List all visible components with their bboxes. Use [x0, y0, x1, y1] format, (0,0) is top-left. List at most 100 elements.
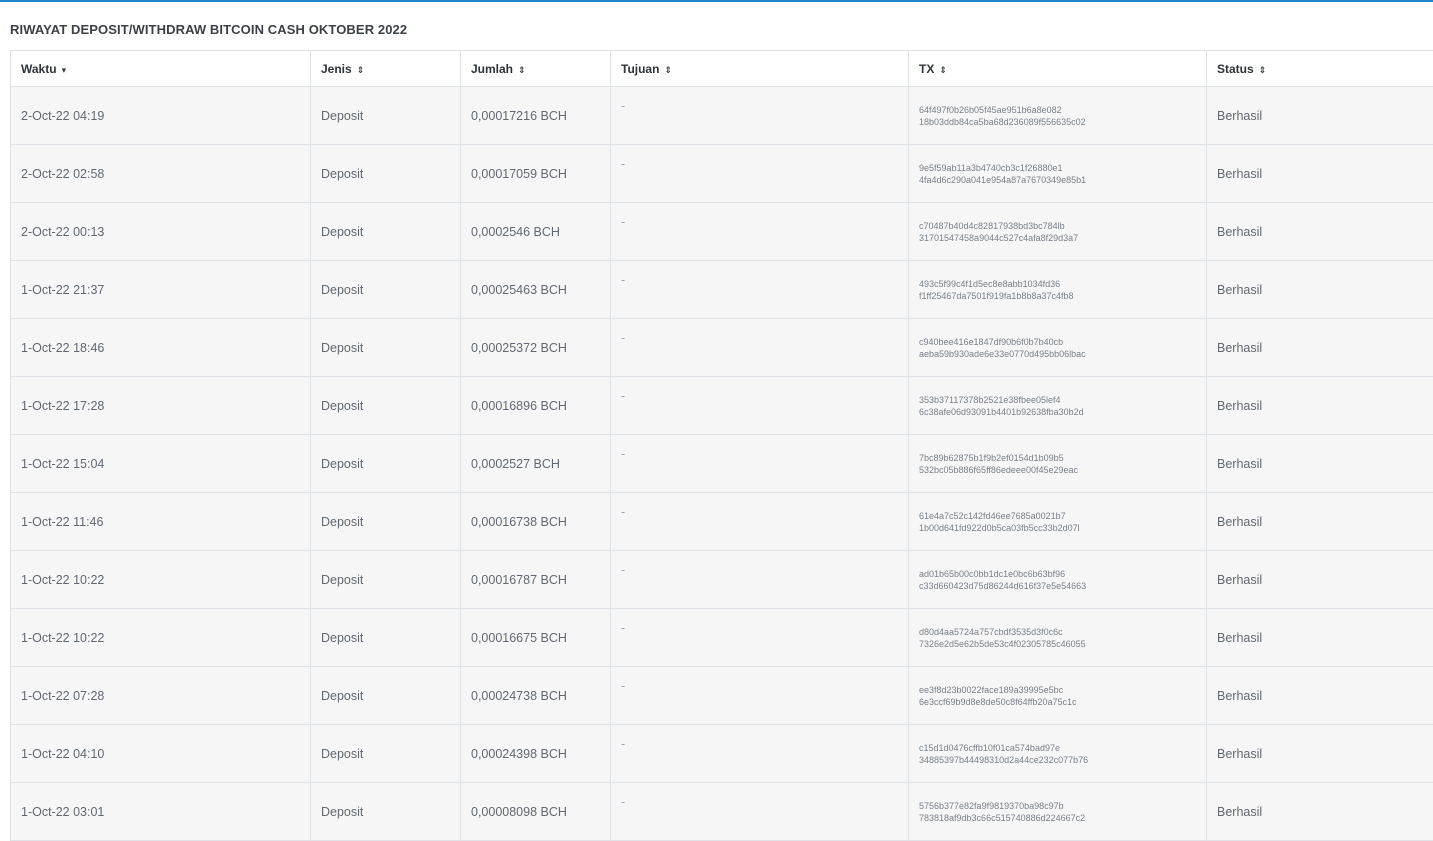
table-row: 1-Oct-22 10:22 Deposit 0,00016675 BCH - …	[11, 609, 1433, 667]
column-header-waktu[interactable]: Waktu▾	[11, 51, 311, 87]
cell-tujuan: -	[611, 261, 909, 319]
sort-icon[interactable]: ⇕	[664, 65, 672, 75]
cell-jumlah: 0,00016896 BCH	[461, 377, 611, 435]
cell-jumlah: 0,0002527 BCH	[461, 435, 611, 493]
column-label: Status	[1217, 62, 1254, 76]
cell-waktu: 2-Oct-22 00:13	[11, 203, 311, 261]
cell-tx: 9e5f59ab11a3b4740cb3c1f26880e14fa4d6c290…	[909, 145, 1207, 203]
cell-jenis: Deposit	[311, 783, 461, 841]
column-header-status[interactable]: Status ⇕	[1207, 51, 1433, 87]
cell-jenis: Deposit	[311, 145, 461, 203]
table-header-row: Waktu▾ Jenis ⇕ Jumlah ⇕ Tujuan ⇕ TX⇕ Status…	[11, 51, 1433, 87]
cell-tujuan: -	[611, 493, 909, 551]
cell-tx: 5756b377e82fa9f9819370ba98c97b783818af9d…	[909, 783, 1207, 841]
cell-tujuan: -	[611, 319, 909, 377]
table-row: 1-Oct-22 17:28 Deposit 0,00016896 BCH - …	[11, 377, 1433, 435]
column-header-tujuan[interactable]: Tujuan ⇕	[611, 51, 909, 87]
sort-icon[interactable]: ⇕	[357, 65, 365, 75]
cell-status: Berhasil	[1207, 783, 1433, 841]
cell-jenis: Deposit	[311, 493, 461, 551]
cell-jenis: Deposit	[311, 319, 461, 377]
cell-jenis: Deposit	[311, 725, 461, 783]
cell-jumlah: 0,00008098 BCH	[461, 783, 611, 841]
top-accent-line	[0, 0, 1433, 2]
tx-hash-line: c70487b40d4c82817938bd3bc784lb	[919, 220, 1196, 232]
table-row: 1-Oct-22 04:10 Deposit 0,00024398 BCH - …	[11, 725, 1433, 783]
column-label: Tujuan	[621, 62, 659, 76]
cell-tujuan: -	[611, 783, 909, 841]
tx-hash-line: 6e3ccf69b9d8e8de50c8f64ffb20a75c1c	[919, 696, 1196, 708]
cell-jumlah: 0,0002546 BCH	[461, 203, 611, 261]
cell-status: Berhasil	[1207, 145, 1433, 203]
cell-tx: 64f497f0b26b05f45ae951b6a8e08218b03ddb84…	[909, 87, 1207, 145]
sort-icon[interactable]: ⇕	[939, 65, 947, 75]
tx-hash-line: 9e5f59ab11a3b4740cb3c1f26880e1	[919, 162, 1196, 174]
tx-hash-line: 31701547458a9044c527c4afa8f29d3a7	[919, 232, 1196, 244]
tx-hash-line: 61e4a7c52c142fd46ee7685a0021b7	[919, 510, 1196, 522]
cell-status: Berhasil	[1207, 261, 1433, 319]
page-title: RIWAYAT DEPOSIT/WITHDRAW BITCOIN CASH OK…	[10, 22, 407, 37]
cell-tujuan: -	[611, 667, 909, 725]
tx-hash-line: 4fa4d6c290a041e954a87a7670349e85b1	[919, 174, 1196, 186]
sort-icon[interactable]: ⇕	[518, 65, 526, 75]
column-header-jenis[interactable]: Jenis ⇕	[311, 51, 461, 87]
column-header-tx[interactable]: TX⇕	[909, 51, 1207, 87]
cell-status: Berhasil	[1207, 725, 1433, 783]
column-label: Jenis	[321, 62, 352, 76]
cell-jenis: Deposit	[311, 87, 461, 145]
table-row: 1-Oct-22 07:28 Deposit 0,00024738 BCH - …	[11, 667, 1433, 725]
tx-hash-line: 64f497f0b26b05f45ae951b6a8e082	[919, 104, 1196, 116]
table-row: 1-Oct-22 11:46 Deposit 0,00016738 BCH - …	[11, 493, 1433, 551]
cell-jumlah: 0,00024738 BCH	[461, 667, 611, 725]
column-label: Jumlah	[471, 62, 513, 76]
cell-tx: ad01b65b00c0bb1dc1e0bc6b63bf96c33d660423…	[909, 551, 1207, 609]
tx-hash-line: 34885397b44498310d2a44ce232c077b76	[919, 754, 1196, 766]
cell-jumlah: 0,00025372 BCH	[461, 319, 611, 377]
tx-hash-line: ad01b65b00c0bb1dc1e0bc6b63bf96	[919, 568, 1196, 580]
tx-hash-line: 783818af9db3c66c515740886d224667c2	[919, 812, 1196, 824]
tx-hash-line: 493c5f99c4f1d5ec8e8abb1034fd36	[919, 278, 1196, 290]
cell-waktu: 1-Oct-22 04:10	[11, 725, 311, 783]
cell-tujuan: -	[611, 203, 909, 261]
cell-jumlah: 0,00024398 BCH	[461, 725, 611, 783]
cell-status: Berhasil	[1207, 435, 1433, 493]
cell-tx: c70487b40d4c82817938bd3bc784lb3170154745…	[909, 203, 1207, 261]
cell-jumlah: 0,00016787 BCH	[461, 551, 611, 609]
tx-hash-line: 353b37117378b2521e38fbee05lef4	[919, 394, 1196, 406]
column-header-jumlah[interactable]: Jumlah ⇕	[461, 51, 611, 87]
history-table: Waktu▾ Jenis ⇕ Jumlah ⇕ Tujuan ⇕ TX⇕ Status…	[10, 50, 1433, 841]
cell-jenis: Deposit	[311, 377, 461, 435]
sort-icon[interactable]: ⇕	[1259, 65, 1267, 75]
cell-tujuan: -	[611, 145, 909, 203]
cell-tx: ee3f8d23b0022face189a39995e5bc6e3ccf69b9…	[909, 667, 1207, 725]
cell-tx: 61e4a7c52c142fd46ee7685a0021b71b00d641fd…	[909, 493, 1207, 551]
sort-desc-icon[interactable]: ▾	[62, 65, 67, 75]
cell-jumlah: 0,00025463 BCH	[461, 261, 611, 319]
cell-status: Berhasil	[1207, 667, 1433, 725]
cell-status: Berhasil	[1207, 319, 1433, 377]
cell-jenis: Deposit	[311, 435, 461, 493]
cell-jumlah: 0,00017059 BCH	[461, 145, 611, 203]
cell-waktu: 1-Oct-22 17:28	[11, 377, 311, 435]
tx-hash-line: 5756b377e82fa9f9819370ba98c97b	[919, 800, 1196, 812]
tx-hash-line: 532bc05b886f65ff86edeee00f45e29eac	[919, 464, 1196, 476]
cell-status: Berhasil	[1207, 377, 1433, 435]
tx-hash-line: 7326e2d5e62b5de53c4f02305785c46055	[919, 638, 1196, 650]
cell-jenis: Deposit	[311, 551, 461, 609]
cell-tx: 353b37117378b2521e38fbee05lef46c38afe06d…	[909, 377, 1207, 435]
cell-tujuan: -	[611, 609, 909, 667]
cell-tx: d80d4aa5724a757cbdf3535d3f0c6c7326e2d5e6…	[909, 609, 1207, 667]
cell-tujuan: -	[611, 551, 909, 609]
cell-jumlah: 0,00017216 BCH	[461, 87, 611, 145]
table-body: 2-Oct-22 04:19 Deposit 0,00017216 BCH - …	[11, 87, 1433, 841]
cell-status: Berhasil	[1207, 493, 1433, 551]
table-row: 1-Oct-22 18:46 Deposit 0,00025372 BCH - …	[11, 319, 1433, 377]
cell-waktu: 1-Oct-22 10:22	[11, 609, 311, 667]
cell-status: Berhasil	[1207, 551, 1433, 609]
cell-status: Berhasil	[1207, 609, 1433, 667]
tx-hash-line: d80d4aa5724a757cbdf3535d3f0c6c	[919, 626, 1196, 638]
cell-tx: c15d1d0476cffb10f01ca574bad97e34885397b4…	[909, 725, 1207, 783]
table-row: 2-Oct-22 04:19 Deposit 0,00017216 BCH - …	[11, 87, 1433, 145]
cell-tujuan: -	[611, 87, 909, 145]
cell-tx: 7bc89b62875b1f9b2ef0154d1b09b5532bc05b88…	[909, 435, 1207, 493]
